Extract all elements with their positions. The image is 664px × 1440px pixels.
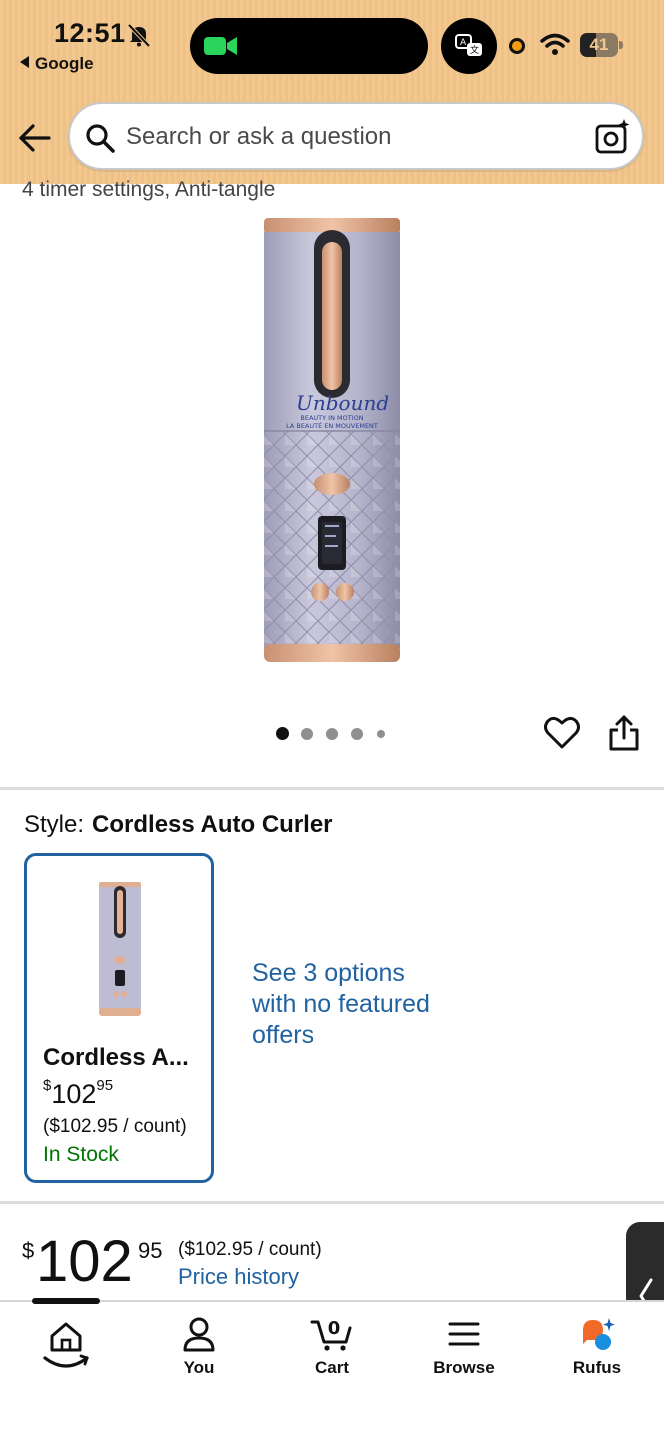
carousel-dot[interactable] — [351, 728, 363, 740]
search-input[interactable] — [126, 118, 566, 156]
style-option-unit-price: ($102.95 / count) — [43, 1116, 187, 1137]
battery-indicator: 41 — [580, 33, 624, 57]
price-whole: 102 — [36, 1229, 133, 1294]
svg-text:LA BEAUTÉ EN MOUVEMENT: LA BEAUTÉ EN MOUVEMENT — [286, 421, 378, 430]
price-fraction: 95 — [138, 1238, 163, 1263]
style-option-stock-status: In Stock — [43, 1143, 119, 1166]
app-header: 12:51 Google A 文 41 — [0, 0, 664, 184]
carousel-dot[interactable] — [326, 728, 338, 740]
back-app-name: Google — [35, 54, 94, 73]
nav-you[interactable]: You — [149, 1316, 249, 1386]
feature-snippet: 4 timer settings, Anti-tangle — [22, 178, 276, 201]
style-option-name: Cordless A... — [43, 1044, 189, 1071]
brand-logo-text: Unbound — [296, 391, 389, 415]
style-option-price: $10295 — [43, 1077, 114, 1109]
recording-indicator — [509, 38, 525, 54]
back-to-app-link[interactable]: Google — [20, 54, 94, 74]
rufus-icon — [583, 1318, 615, 1350]
style-option-card[interactable]: Cordless A... $10295 ($102.95 / count) I… — [24, 853, 214, 1183]
cart-icon: 0 — [310, 1318, 352, 1351]
section-divider — [0, 1201, 664, 1204]
price-per-unit: ($102.95 / count) — [178, 1239, 322, 1260]
section-divider — [0, 787, 664, 790]
carousel-dot[interactable] — [276, 727, 289, 740]
search-icon — [86, 124, 115, 153]
cart-count: 0 — [328, 1318, 341, 1339]
status-time: 12:51 — [54, 18, 126, 48]
style-value: Cordless Auto Curler — [92, 811, 333, 838]
translate-icon: A 文 — [455, 34, 482, 56]
share-icon[interactable] — [607, 714, 641, 752]
facetime-icon — [204, 37, 237, 55]
see-options-link[interactable]: See 3 options with no featured offers — [252, 958, 442, 1051]
camera-search-icon[interactable] — [594, 118, 632, 156]
translate-indicator: A 文 — [441, 18, 497, 74]
wifi-icon — [540, 33, 570, 55]
style-option-thumbnail — [99, 882, 141, 1016]
price-history-link[interactable]: Price history — [178, 1264, 299, 1290]
style-selector-label: Style: Cordless Auto Curler — [24, 811, 333, 839]
style-label: Style: — [24, 811, 85, 838]
nav-you-label: You — [183, 1358, 215, 1377]
svg-text:A: A — [460, 38, 467, 48]
battery-level: 41 — [589, 35, 609, 54]
svg-text:文: 文 — [470, 44, 479, 56]
nav-rufus-label: Rufus — [572, 1358, 622, 1377]
home-icon — [43, 1322, 89, 1368]
user-icon — [183, 1317, 215, 1352]
bottom-navigation: You 0 Cart Browse Rufus — [0, 1298, 664, 1440]
image-carousel-dots[interactable] — [276, 727, 392, 741]
menu-icon — [448, 1322, 480, 1346]
back-arrow-icon[interactable] — [18, 120, 52, 156]
dynamic-island — [190, 18, 428, 74]
carousel-dot[interactable] — [301, 728, 313, 740]
heart-icon[interactable] — [544, 716, 580, 750]
nav-cart-label: Cart — [314, 1358, 349, 1377]
nav-browse[interactable]: Browse — [414, 1316, 514, 1386]
nav-cart[interactable]: 0 Cart — [282, 1316, 382, 1386]
carousel-dot[interactable] — [377, 730, 385, 738]
nav-rufus[interactable]: Rufus — [547, 1316, 647, 1386]
nav-home[interactable] — [16, 1316, 116, 1386]
svg-text:BEAUTY IN MOTION: BEAUTY IN MOTION — [300, 414, 363, 422]
active-tab-indicator — [32, 1298, 100, 1304]
product-image[interactable]: Unbound BEAUTY IN MOTION LA BEAUTÉ EN MO… — [252, 214, 412, 670]
nav-browse-label: Browse — [433, 1358, 495, 1377]
search-bar[interactable] — [68, 102, 644, 170]
bell-slash-icon — [127, 23, 151, 48]
price-symbol: $ — [22, 1238, 35, 1263]
